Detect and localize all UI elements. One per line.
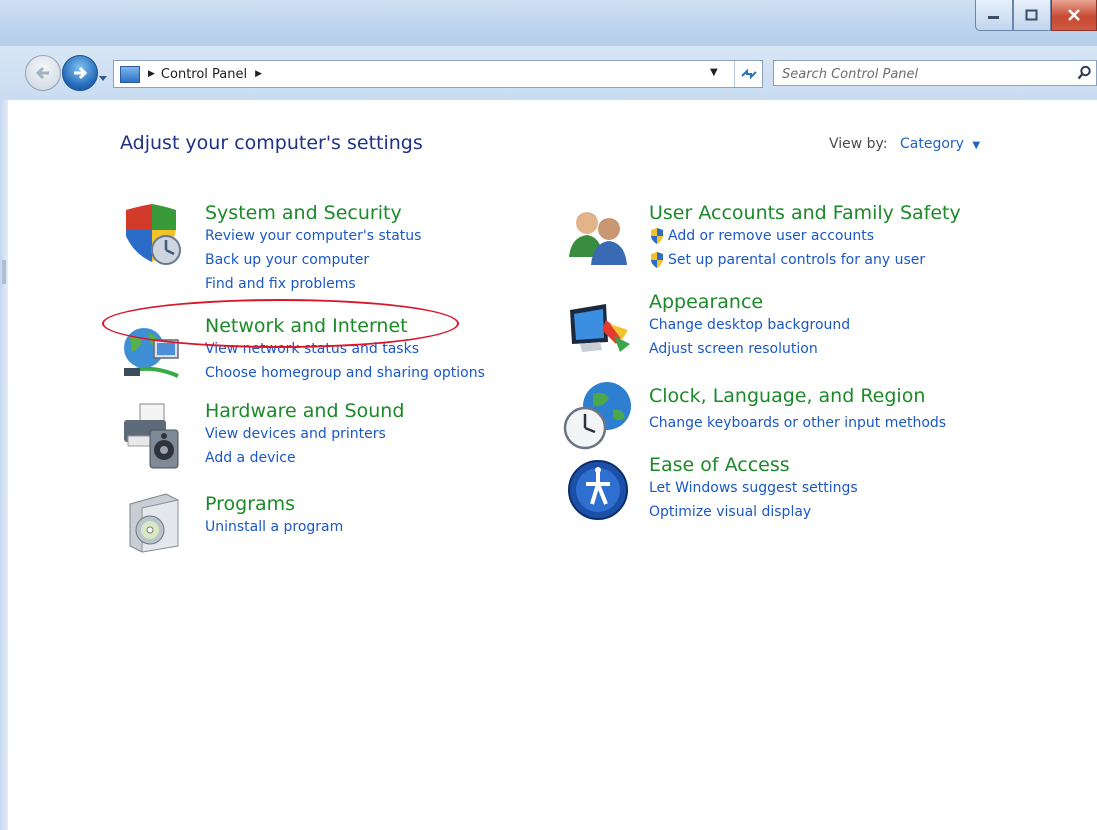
category-user-accounts: User Accounts and Family Safety Add or r… — [649, 202, 961, 272]
programs-disc-icon[interactable] — [122, 490, 186, 554]
link-uninstall-program[interactable]: Uninstall a program — [205, 515, 343, 539]
refresh-icon — [740, 68, 757, 80]
back-arrow-icon — [35, 66, 49, 80]
search-box — [773, 60, 1097, 86]
view-by-label: View by: — [829, 136, 888, 152]
maximize-icon — [1025, 9, 1038, 21]
breadcrumb-control-panel[interactable]: Control Panel — [161, 67, 247, 82]
shield-icon[interactable] — [120, 202, 186, 268]
category-title[interactable]: User Accounts and Family Safety — [649, 202, 961, 224]
page-title: Adjust your computer's settings — [120, 132, 423, 154]
link-backup[interactable]: Back up your computer — [205, 248, 421, 272]
link-parental-controls[interactable]: Set up parental controls for any user — [649, 248, 961, 272]
category-title[interactable]: System and Security — [205, 202, 421, 224]
category-title[interactable]: Clock, Language, and Region — [649, 385, 946, 407]
pane-resize-handle[interactable] — [2, 260, 6, 284]
category-programs: Programs Uninstall a program — [205, 493, 343, 539]
category-clock-language-region: Clock, Language, and Region Change keybo… — [649, 385, 946, 435]
globe-clock-icon[interactable] — [563, 380, 635, 452]
monitor-brush-icon[interactable] — [566, 300, 634, 358]
link-windows-suggest[interactable]: Let Windows suggest settings — [649, 476, 858, 500]
category-ease-of-access: Ease of Access Let Windows suggest setti… — [649, 454, 858, 524]
link-add-remove-accounts[interactable]: Add or remove user accounts — [649, 224, 961, 248]
link-add-device[interactable]: Add a device — [205, 446, 404, 470]
chevron-down-icon — [99, 76, 107, 81]
recent-pages-dropdown[interactable] — [98, 68, 108, 87]
printer-speaker-icon[interactable] — [120, 400, 186, 470]
address-box[interactable]: ▶ Control Panel ▶ ▼ — [113, 60, 763, 88]
forward-arrow-icon — [74, 66, 88, 80]
category-title[interactable]: Network and Internet — [205, 315, 485, 337]
refresh-button[interactable] — [734, 61, 762, 87]
category-title[interactable]: Programs — [205, 493, 343, 515]
category-network-internet: Network and Internet View network status… — [205, 315, 485, 385]
back-button[interactable] — [25, 55, 61, 91]
search-input[interactable] — [780, 63, 1064, 85]
minimize-button[interactable] — [975, 0, 1013, 31]
window-controls — [975, 0, 1097, 31]
network-globe-icon[interactable] — [120, 320, 186, 384]
category-title[interactable]: Hardware and Sound — [205, 400, 404, 422]
link-keyboards-input[interactable]: Change keyboards or other input methods — [649, 411, 946, 435]
link-homegroup-sharing[interactable]: Choose homegroup and sharing options — [205, 361, 485, 385]
close-button[interactable] — [1051, 0, 1097, 31]
left-nav-pane-edge — [0, 100, 8, 830]
close-icon — [1068, 9, 1080, 21]
link-devices-printers[interactable]: View devices and printers — [205, 422, 404, 446]
uac-shield-icon — [651, 252, 663, 268]
link-label: Set up parental controls for any user — [668, 252, 926, 268]
link-optimize-display[interactable]: Optimize visual display — [649, 500, 858, 524]
view-by-dropdown[interactable]: Category — [900, 136, 964, 152]
link-network-status[interactable]: View network status and tasks — [205, 337, 485, 361]
search-icon[interactable] — [1076, 65, 1092, 85]
breadcrumb-arrow-icon[interactable]: ▶ — [255, 69, 262, 79]
maximize-button[interactable] — [1013, 0, 1051, 31]
breadcrumb-arrow-icon[interactable]: ▶ — [148, 69, 155, 79]
ease-of-access-icon[interactable] — [566, 458, 632, 524]
title-bar — [0, 0, 1097, 46]
link-screen-resolution[interactable]: Adjust screen resolution — [649, 337, 850, 361]
link-desktop-background[interactable]: Change desktop background — [649, 313, 850, 337]
users-icon[interactable] — [565, 203, 633, 267]
control-panel-icon — [120, 65, 140, 83]
category-title[interactable]: Appearance — [649, 291, 850, 313]
address-history-dropdown-icon[interactable]: ▼ — [710, 67, 718, 78]
category-system-security: System and Security Review your computer… — [205, 202, 421, 296]
link-label: Add or remove user accounts — [668, 228, 874, 244]
uac-shield-icon — [651, 228, 663, 244]
link-review-status[interactable]: Review your computer's status — [205, 224, 421, 248]
category-appearance: Appearance Change desktop background Adj… — [649, 291, 850, 361]
view-by-control: View by: Category ▼ — [829, 136, 980, 152]
link-find-fix-problems[interactable]: Find and fix problems — [205, 272, 421, 296]
minimize-icon — [988, 16, 999, 19]
forward-button[interactable] — [62, 55, 98, 91]
category-title[interactable]: Ease of Access — [649, 454, 858, 476]
chevron-down-icon[interactable]: ▼ — [972, 140, 980, 151]
category-hardware-sound: Hardware and Sound View devices and prin… — [205, 400, 404, 470]
navigation-bar: ▶ Control Panel ▶ ▼ — [0, 46, 1097, 100]
